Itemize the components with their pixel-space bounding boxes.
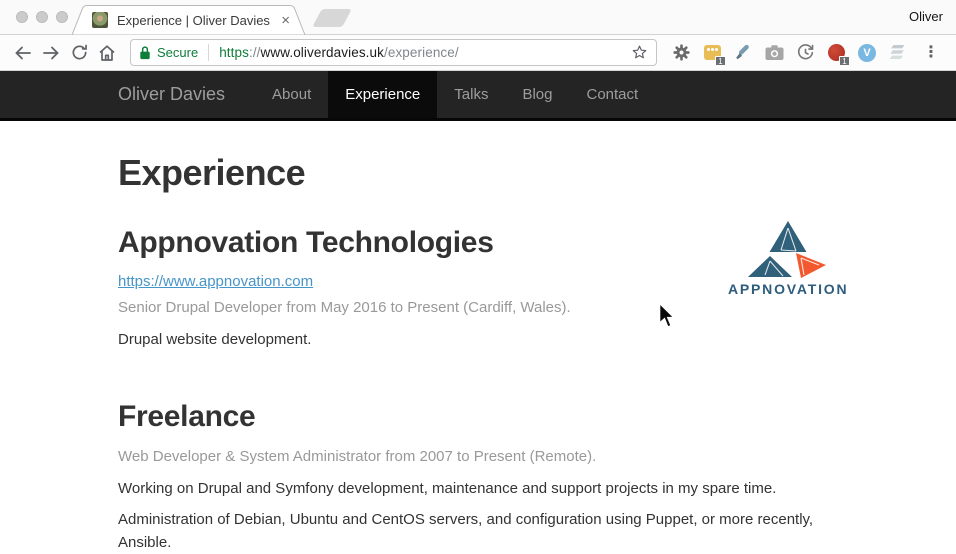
appnovation-role-line: Senior Drupal Developer from May 2016 to… <box>118 297 856 320</box>
site-brand[interactable]: Oliver Davies <box>118 71 255 118</box>
browser-profile-name[interactable]: Oliver <box>909 9 943 24</box>
red-extension-button[interactable]: 1 <box>826 43 846 63</box>
gear-icon <box>672 43 691 62</box>
omnibox-divider <box>208 44 209 61</box>
window-zoom-button[interactable] <box>56 11 68 23</box>
url-separator: :// <box>249 45 261 60</box>
window-controls <box>16 11 68 23</box>
url-path: /experience/ <box>384 45 459 60</box>
browser-menu-button[interactable]: ⋮ <box>919 45 943 61</box>
reload-button[interactable] <box>66 40 92 66</box>
mouse-cursor <box>658 303 675 334</box>
nav-item-contact[interactable]: Contact <box>570 71 656 118</box>
tab-close-icon[interactable]: × <box>281 13 290 28</box>
freelance-role-line: Web Developer & System Administrator fro… <box>118 446 856 469</box>
star-icon <box>631 44 648 61</box>
camera-extension-button[interactable] <box>764 43 784 63</box>
url-host: www.oliverdavies.uk <box>261 45 384 60</box>
video-extension-button[interactable]: V <box>857 43 877 63</box>
bookmark-star-button[interactable] <box>631 44 648 61</box>
section-freelance: Freelance Web Developer & System Adminis… <box>118 400 856 554</box>
sync-clock-extension-button[interactable] <box>795 43 815 63</box>
page-title: Experience <box>118 152 856 194</box>
section-heading-freelance: Freelance <box>118 400 856 434</box>
lock-icon <box>139 45 151 60</box>
freelance-paragraph-2: Administration of Debian, Ubuntu and Cen… <box>118 509 856 554</box>
eyedropper-icon <box>734 43 753 62</box>
page-content: Experience Appnovation Technologies http… <box>0 121 956 523</box>
reload-icon <box>70 43 89 62</box>
nav-item-experience[interactable]: Experience <box>328 71 437 118</box>
extension-badge: 1 <box>839 56 850 66</box>
appnovation-logo: APPNOVATION <box>728 220 848 297</box>
nav-item-blog[interactable]: Blog <box>505 71 569 118</box>
new-tab-button[interactable] <box>312 9 352 27</box>
extension-icons: 1 1 V <box>665 43 946 63</box>
screenshot-extension-button[interactable]: 1 <box>702 43 722 63</box>
appnovation-description: Drupal website development. <box>118 329 856 352</box>
appnovation-logo-triangles <box>746 220 830 278</box>
site-navbar: Oliver Davies About Experience Talks Blo… <box>0 71 956 121</box>
browser-toolbar: Secure https://www.oliverdavies.uk/exper… <box>0 35 956 71</box>
extension-badge: 1 <box>715 56 726 66</box>
back-button[interactable] <box>10 40 36 66</box>
window-minimize-button[interactable] <box>36 11 48 23</box>
nav-item-talks[interactable]: Talks <box>437 71 505 118</box>
url-scheme: https <box>219 45 249 60</box>
secure-label: Secure <box>157 45 198 60</box>
address-bar[interactable]: Secure https://www.oliverdavies.uk/exper… <box>130 39 657 66</box>
forward-icon <box>41 43 61 63</box>
window-close-button[interactable] <box>16 11 28 23</box>
eyedropper-extension-button[interactable] <box>733 43 753 63</box>
stack-extension-button[interactable] <box>888 43 908 63</box>
tab-strip: Experience | Oliver Davies × Oliver <box>0 0 956 35</box>
camera-icon <box>765 44 784 61</box>
back-icon <box>13 43 33 63</box>
video-extension-icon: V <box>858 44 876 62</box>
appnovation-link[interactable]: https://www.appnovation.com <box>118 273 313 290</box>
browser-tab[interactable]: Experience | Oliver Davies × <box>72 5 308 35</box>
sync-clock-icon <box>796 43 815 62</box>
url-text[interactable]: https://www.oliverdavies.uk/experience/ <box>219 45 631 60</box>
freelance-paragraph-1: Working on Drupal and Symfony developmen… <box>118 478 856 501</box>
stack-layers-icon <box>889 44 907 61</box>
tab-title: Experience | Oliver Davies <box>117 13 272 28</box>
home-icon <box>97 43 117 63</box>
gear-extension-button[interactable] <box>671 43 691 63</box>
forward-button[interactable] <box>38 40 64 66</box>
nav-item-about[interactable]: About <box>255 71 328 118</box>
appnovation-logo-text: APPNOVATION <box>728 281 848 297</box>
home-button[interactable] <box>94 40 120 66</box>
tab-favicon <box>92 12 108 28</box>
